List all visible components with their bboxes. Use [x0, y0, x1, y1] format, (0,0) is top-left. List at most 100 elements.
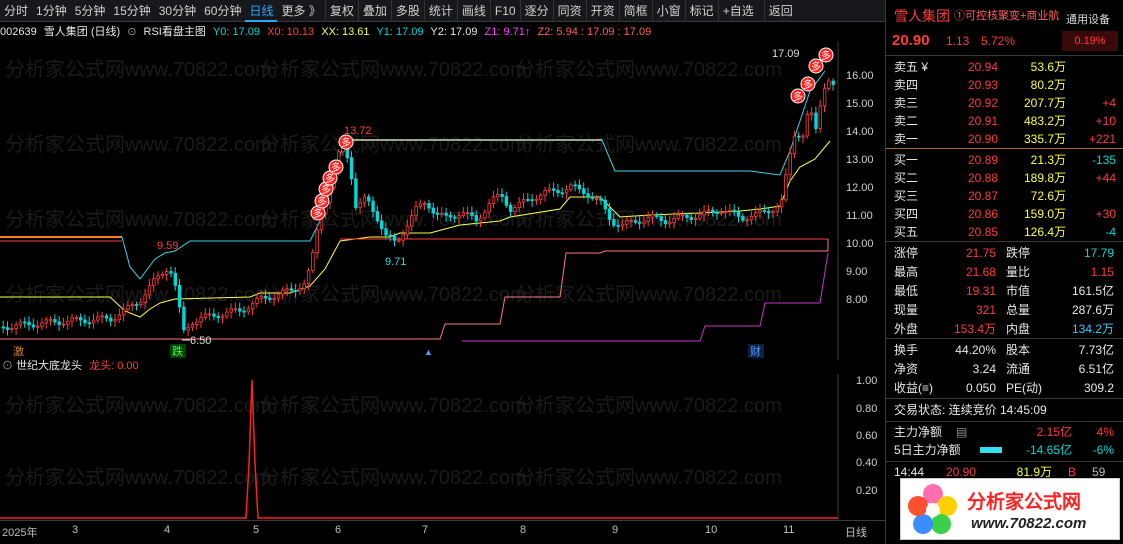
list-icon[interactable]: ▤ — [956, 423, 967, 441]
sub-tick: 0.20 — [856, 485, 877, 497]
candle-body — [152, 278, 156, 286]
candle-body — [573, 184, 577, 187]
stat-value: 153.4万 — [953, 322, 996, 336]
tb-biaoji[interactable]: 标记 — [684, 0, 718, 22]
candle-body — [48, 319, 53, 321]
candle-body — [625, 220, 629, 225]
candle-body — [371, 200, 375, 212]
value-y1: Y1: 17.09 — [376, 26, 424, 38]
bid-row[interactable]: 买二 20.88 189.8万 +44 — [886, 169, 1123, 187]
candle-body — [788, 153, 792, 176]
tb-30min[interactable]: 30分钟 — [155, 0, 200, 22]
tb-back[interactable]: 返回 — [763, 0, 797, 22]
tb-zhufen[interactable]: 逐分 — [519, 0, 553, 22]
x-label: 9 — [612, 524, 619, 536]
tb-tongzi[interactable]: 同资 — [552, 0, 586, 22]
candle-body — [706, 209, 711, 212]
ask-row[interactable]: 卖三 20.92 207.7万 +4 — [886, 94, 1123, 112]
tb-f10[interactable]: F10 — [489, 0, 520, 22]
bid-row[interactable]: 买五 20.85 126.4万 -4 — [886, 223, 1123, 241]
candle-body — [457, 215, 461, 219]
bid-price: 20.88 — [967, 171, 998, 185]
tb-more[interactable]: 更多 》 — [277, 0, 324, 22]
candle-body — [427, 203, 431, 209]
main-flow-pct: 4% — [1096, 425, 1114, 439]
tb-duogu[interactable]: 多股 — [390, 0, 424, 22]
candle-body — [638, 221, 642, 224]
candle-body — [556, 189, 560, 194]
logo-title: 分析家公式网 — [967, 492, 1082, 513]
concept-tags[interactable]: ①可控核聚变+商业航 — [954, 6, 1059, 26]
ask-row[interactable]: 卖五 ¥ 20.94 53.6万 — [886, 58, 1123, 76]
candle-body — [207, 313, 212, 316]
tb-jiankuang[interactable]: 简框 — [618, 0, 652, 22]
stat-label: 涨停 — [894, 246, 919, 260]
candle-body — [190, 324, 195, 328]
stat-label: 最高 — [894, 265, 919, 279]
stat-value: 19.31 — [965, 284, 996, 298]
tb-diejia[interactable]: 叠加 — [357, 0, 391, 22]
sub-tick: 0.60 — [856, 430, 877, 442]
x-label: 10 — [705, 524, 718, 536]
stock-title: 雪人集团 — [894, 8, 950, 24]
bid-label: 买四 — [894, 207, 919, 221]
tb-xiaochuang[interactable]: 小窗 — [651, 0, 685, 22]
kline-main-chart[interactable]: 分析家公式网www.70822.com 分析家公式网www.70822.com … — [0, 41, 885, 360]
tb-fuquan[interactable]: 复权 — [324, 0, 358, 22]
indicator-settings-icon[interactable]: ⊙ — [127, 26, 136, 38]
tb-fenshi[interactable]: 分时 — [0, 0, 32, 22]
indicator-name[interactable]: RSI看盘主图 — [144, 26, 206, 38]
watermark-text: 分析家公式网www.70822.com — [5, 283, 272, 306]
bid-row[interactable]: 买四 20.86 159.0万 +30 — [886, 205, 1123, 223]
candle-body — [126, 305, 130, 310]
bid-volume: 21.3万 — [1030, 153, 1066, 167]
candle-body — [629, 220, 633, 222]
candle-body — [27, 321, 31, 326]
candle-body — [517, 201, 521, 208]
value-z1: Z1: 9.71↑ — [484, 26, 531, 38]
sub-indicator-settings-icon[interactable]: ⊙ — [2, 360, 13, 372]
time-axis: 2025年 3 4 5 6 7 8 9 10 11 日线 — [0, 520, 885, 544]
tb-daily[interactable]: 日线 — [245, 0, 278, 22]
tb-tongji[interactable]: 统计 — [423, 0, 457, 22]
candle-body — [44, 319, 48, 324]
tb-add-favorite[interactable]: +自选 — [717, 0, 758, 22]
candle-body — [461, 212, 466, 216]
watermark-text: 分析家公式网www.70822.com — [5, 466, 272, 489]
ask-row[interactable]: 卖二 20.91 483.2万 +10 — [886, 112, 1123, 130]
period-label[interactable]: 日线 — [845, 524, 867, 540]
candle-body — [109, 317, 113, 322]
quote-panel: 雪人集团 ①可控核聚变+商业航 通用设备 20.90 1.13 5.72% 0.… — [885, 0, 1123, 544]
candle-body — [822, 88, 827, 107]
cyan-channel-line — [121, 70, 826, 280]
candle-body — [113, 319, 117, 322]
value-y2: Y2: 17.09 — [430, 26, 478, 38]
candle-body — [771, 211, 775, 214]
stock-name-period: 雪人集团 (日线) — [43, 26, 121, 38]
tb-kaizi[interactable]: 开资 — [585, 0, 619, 22]
bid-row[interactable]: 买一 20.89 21.3万 -135 — [886, 151, 1123, 169]
bid-row[interactable]: 买三 20.87 72.6万 — [886, 187, 1123, 205]
low-annotation: 6.50 — [190, 335, 211, 347]
duo-badge-label: 多 — [331, 161, 341, 174]
candle-body — [440, 212, 444, 215]
ask-row[interactable]: 卖一 20.90 335.7万 +221 — [886, 130, 1123, 148]
sector-name[interactable]: 通用设备 — [1066, 10, 1110, 30]
tb-1min[interactable]: 1分钟 — [32, 0, 71, 22]
tb-60min[interactable]: 60分钟 — [200, 0, 245, 22]
ask-row[interactable]: 卖四 20.93 80.2万 — [886, 76, 1123, 94]
sub-indicator-title[interactable]: 世纪大底龙头 — [16, 360, 82, 372]
candle-body — [491, 196, 496, 204]
sub-indicator-chart[interactable]: 分析家公式网www.70822.com 分析家公式网www.70822.com … — [0, 374, 885, 520]
stat-value: 6.51亿 — [1078, 362, 1114, 376]
ask-price: 20.92 — [967, 96, 998, 110]
candle-body — [435, 212, 440, 215]
candle-body — [534, 199, 539, 201]
tb-5min[interactable]: 5分钟 — [71, 0, 110, 22]
tb-15min[interactable]: 15分钟 — [109, 0, 154, 22]
tb-huaxian[interactable]: 画线 — [456, 0, 490, 22]
bid-delta: -4 — [1105, 225, 1116, 239]
candle-body — [504, 196, 509, 206]
candle-body — [431, 207, 435, 214]
divider — [886, 241, 1123, 242]
